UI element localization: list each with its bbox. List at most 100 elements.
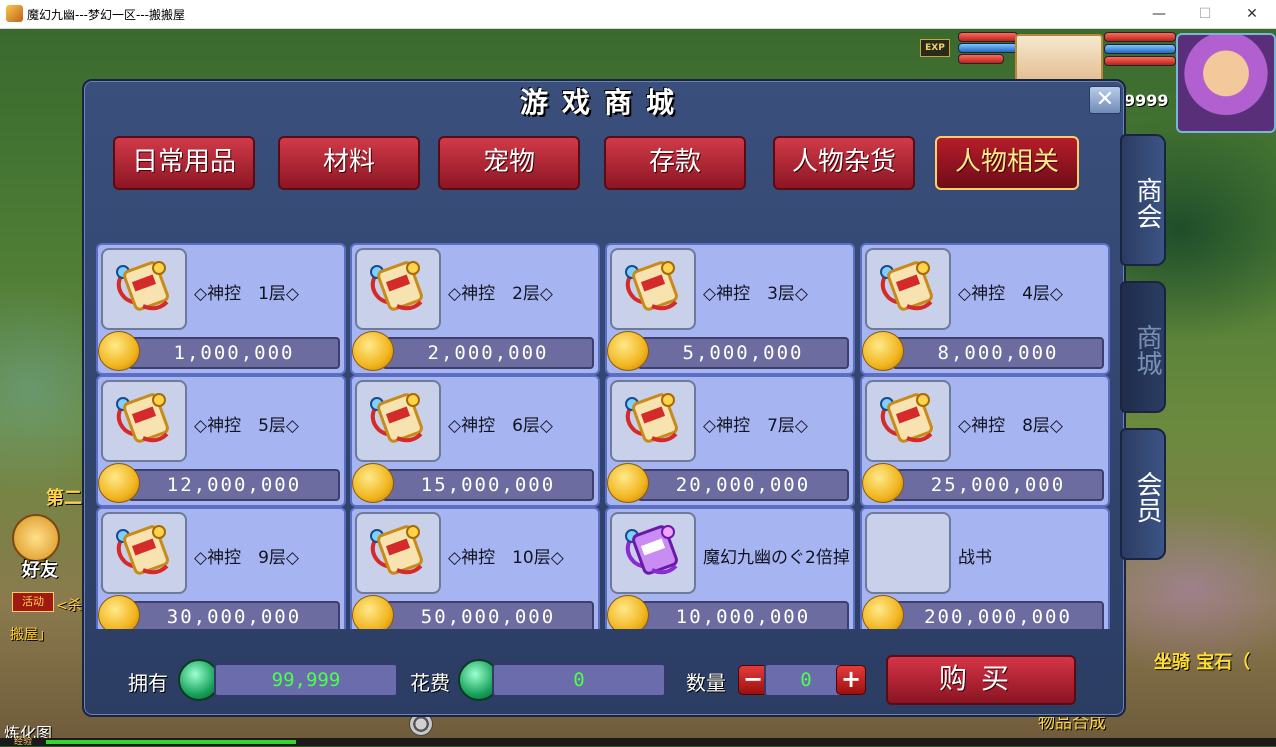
chat-text: <杀 [56,598,82,614]
item-name: ◇神控 5层◇ [194,416,299,436]
side-tab-member[interactable]: 会员 [1120,428,1166,560]
shop-item[interactable]: ◇神控 9层◇ 30,000,000 [96,507,346,629]
gold-coin-icon [862,595,904,629]
gold-coin-icon [352,331,394,371]
item-name: ◇神控 6层◇ [448,416,553,436]
chat-link[interactable]: 搬屋」 [10,624,52,644]
scroll-icon [880,261,933,311]
hero-anger-bar [1104,56,1176,66]
item-slot[interactable] [865,380,951,462]
left-label: 第二 [46,488,82,509]
pet-mp-bar [958,43,1018,53]
shop-item[interactable]: ◇神控 6层◇ 15,000,000 [350,375,600,507]
exp-fill [46,740,296,744]
tab-character-related[interactable]: 人物相关 [935,136,1079,190]
minimize-button[interactable]: — [1136,2,1182,26]
cost-label: 花费 [410,671,450,695]
quantity-plus-button[interactable]: + [836,665,866,695]
tab-materials[interactable]: 材料 [278,136,420,190]
item-slot[interactable] [355,248,441,330]
gold-coin-icon [862,463,904,503]
gold-coin-icon [607,463,649,503]
item-grid[interactable]: 20,000,000 25,000,000 30,000,000 50,000,… [96,209,1112,629]
item-name: ◇神控 9层◇ [194,548,299,568]
friend-label[interactable]: 好友 [22,556,58,582]
side-tab-mall[interactable]: 商城 [1120,281,1166,413]
item-price: 30,000,000 [128,601,340,629]
maximize-button[interactable]: ☐ [1182,2,1228,26]
item-slot[interactable] [355,512,441,594]
side-tab-guild-shop[interactable]: 商会 [1120,134,1166,266]
scroll-icon [880,393,933,443]
item-name: ◇神控 2层◇ [448,284,553,304]
gold-coin-icon [352,463,394,503]
item-slot[interactable] [610,512,696,594]
item-slot[interactable] [101,248,187,330]
item-price: 50,000,000 [382,601,594,629]
item-name: 战书 [958,548,992,568]
tab-deposit[interactable]: 存款 [604,136,746,190]
shop-item[interactable]: ◇神控 8层◇ 25,000,000 [860,375,1110,507]
shop-item[interactable]: ◇神控 4层◇ 8,000,000 [860,243,1110,375]
tab-daily-goods[interactable]: 日常用品 [113,136,255,190]
scroll-icon [625,261,678,311]
gold-count: 9999 [1124,91,1169,110]
shop-item[interactable]: ◇神控 2层◇ 2,000,000 [350,243,600,375]
scroll-icon [116,393,169,443]
pet-hp-bar [958,32,1018,42]
item-slot[interactable] [610,380,696,462]
shop-item[interactable]: ◇神控 7层◇ 20,000,000 [605,375,855,507]
item-slot[interactable] [355,380,441,462]
shop-item[interactable]: ◇神控 1层◇ 1,000,000 [96,243,346,375]
gold-coin-icon [98,463,140,503]
window-title: 魔幻九幽---梦幻一区---搬搬屋 [27,8,185,22]
item-price: 25,000,000 [892,469,1104,501]
shop-item[interactable]: ◇神控 5层◇ 12,000,000 [96,375,346,507]
scroll-icon [370,261,423,311]
item-slot[interactable] [865,248,951,330]
close-window-button[interactable]: ✕ [1229,2,1275,26]
item-slot[interactable] [101,380,187,462]
item-price: 5,000,000 [637,337,849,369]
friend-icon[interactable] [12,514,60,562]
window-titlebar: 魔幻九幽---梦幻一区---搬搬屋 — ☐ ✕ [0,0,1276,29]
gold-coin-icon [98,595,140,629]
scroll-icon [116,525,169,575]
item-price: 1,000,000 [128,337,340,369]
item-name: ◇神控 8层◇ [958,416,1063,436]
item-price: 10,000,000 [637,601,849,629]
shop-item[interactable]: ◇神控 10层◇ 50,000,000 [350,507,600,629]
tab-character-goods[interactable]: 人物杂货 [773,136,915,190]
activity-button[interactable]: 活动 [12,592,54,612]
app-icon [6,5,23,22]
scroll-icon [370,393,423,443]
item-slot[interactable] [865,512,951,594]
quantity-label: 数量 [686,671,726,695]
item-slot[interactable] [101,512,187,594]
item-slot[interactable] [610,248,696,330]
shop-item[interactable]: ◇神控 3层◇ 5,000,000 [605,243,855,375]
hero-mp-bar [1104,44,1176,54]
buy-button[interactable]: 购买 [886,655,1076,705]
item-price: 200,000,000 [892,601,1104,629]
item-name: ◇神控 4层◇ [958,284,1063,304]
hero-portrait[interactable] [1176,33,1276,133]
item-price: 20,000,000 [637,469,849,501]
item-price: 8,000,000 [892,337,1104,369]
item-name: ◇神控 7层◇ [703,416,808,436]
shop-item[interactable]: 战书 200,000,000 [860,507,1110,629]
scroll-icon [116,261,169,311]
shop-item[interactable]: 魔幻九幽のぐ2倍掉 10,000,000 [605,507,855,629]
scroll-icon [625,393,678,443]
gold-coin-icon [98,331,140,371]
purple-scroll-icon [625,525,678,575]
gold-coin-icon [607,331,649,371]
exp-label: 经验 [14,737,33,747]
shop-dialog: 游戏商城 ✕ 日常用品 材料 宠物 存款 人物杂货 人物相关 20,000,00… [82,79,1126,717]
dialog-title: 游戏商城 [519,86,688,119]
close-dialog-button[interactable]: ✕ [1089,86,1121,114]
mount-gem-label[interactable]: 坐骑 宝石（ [1154,648,1250,674]
pet-exp-bar [958,54,1004,64]
tab-pets[interactable]: 宠物 [438,136,580,190]
cost-value: 0 [492,663,666,697]
